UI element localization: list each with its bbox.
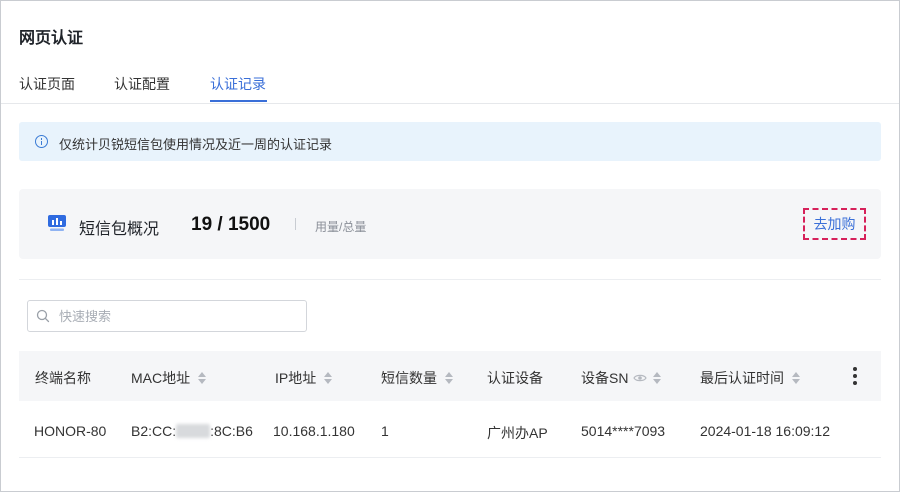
tab-auth-page[interactable]: 认证页面 — [19, 74, 75, 94]
more-vertical-icon[interactable] — [849, 366, 861, 386]
table-header: 终端名称 MAC地址 IP地址 短信数量 认证设备 设备SN 最后认证时间 — [19, 351, 881, 401]
page-title: 网页认证 — [19, 30, 84, 47]
web-auth-panel: 网页认证 认证页面 认证配置 认证记录 仅统计贝锐短信包使用情况及近一周的认证记… — [0, 0, 900, 492]
notice-banner: 仅统计贝锐短信包使用情况及近一周的认证记录 — [19, 122, 881, 161]
column-device-sn[interactable]: 设备SN — [581, 368, 662, 388]
column-label: MAC地址 — [131, 370, 191, 386]
sms-package-summary: 短信包概况 19 / 1500 用量/总量 去加购 — [19, 189, 881, 259]
sort-icon[interactable] — [324, 372, 333, 384]
buy-more-button[interactable]: 去加购 — [803, 208, 866, 240]
cell-terminal-name: HONOR-80 — [34, 423, 107, 439]
info-icon — [35, 135, 48, 148]
usage-unit-label: 用量/总量 — [315, 220, 367, 234]
cell-sms-count: 1 — [381, 423, 389, 439]
column-mac[interactable]: MAC地址 — [131, 368, 207, 388]
mac-suffix: :8C:B6 — [210, 423, 253, 439]
column-label: 认证设备 — [487, 370, 543, 386]
active-tab-indicator — [210, 100, 267, 102]
search-box — [27, 300, 307, 332]
column-last-auth-time[interactable]: 最后认证时间 — [700, 368, 801, 388]
column-label: 最后认证时间 — [700, 370, 784, 386]
tab-bar: 认证页面 认证配置 认证记录 — [1, 63, 899, 104]
column-terminal-name: 终端名称 — [35, 368, 91, 388]
section-divider — [19, 279, 881, 280]
column-auth-device: 认证设备 — [487, 368, 543, 388]
column-sms-count[interactable]: 短信数量 — [381, 368, 454, 388]
cell-ip: 10.168.1.180 — [273, 423, 355, 439]
masked-mac-segment — [176, 424, 211, 438]
sort-icon[interactable] — [653, 372, 662, 384]
sms-usage-count: 19 / 1500 — [191, 214, 271, 235]
search-input[interactable] — [59, 306, 299, 326]
cell-last-auth-time: 2024-01-18 16:09:12 — [700, 423, 830, 439]
sort-icon[interactable] — [198, 372, 207, 384]
column-label: IP地址 — [275, 370, 317, 386]
sort-icon[interactable] — [792, 372, 801, 384]
divider — [295, 218, 296, 230]
cell-mac: B2:CC: :8C:B6 — [131, 423, 253, 439]
mac-prefix: B2:CC: — [131, 423, 177, 439]
summary-label: 短信包概况 — [79, 221, 160, 238]
table-row[interactable]: HONOR-80 B2:CC: :8C:B6 10.168.1.180 1 广州办… — [19, 402, 881, 458]
search-icon — [36, 309, 50, 323]
column-label: 终端名称 — [35, 370, 91, 386]
eye-icon[interactable] — [633, 373, 648, 383]
notice-text: 仅统计贝锐短信包使用情况及近一周的认证记录 — [59, 137, 333, 152]
cell-device-sn: 5014****7093 — [581, 423, 666, 439]
column-ip[interactable]: IP地址 — [275, 368, 333, 388]
column-label: 短信数量 — [381, 370, 437, 386]
tab-auth-records[interactable]: 认证记录 — [210, 74, 266, 94]
column-label: 设备SN — [581, 370, 629, 386]
cell-auth-device: 广州办AP — [487, 425, 548, 441]
sms-package-icon — [48, 215, 66, 231]
sort-icon[interactable] — [445, 372, 454, 384]
tab-auth-config[interactable]: 认证配置 — [114, 74, 170, 94]
